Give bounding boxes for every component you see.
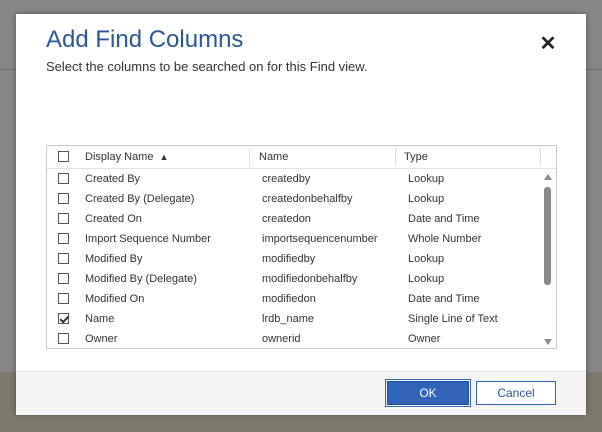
cancel-button[interactable]: Cancel bbox=[476, 381, 556, 405]
cell-type: Single Line of Text bbox=[408, 313, 498, 325]
cell-name: modifiedby bbox=[262, 253, 316, 265]
scroll-down-arrow-icon[interactable] bbox=[544, 339, 552, 345]
select-all-checkbox[interactable] bbox=[58, 151, 69, 162]
cell-display-name: Modified On bbox=[85, 293, 145, 305]
column-divider bbox=[249, 148, 250, 166]
vertical-scrollbar[interactable] bbox=[540, 169, 556, 348]
row-checkbox[interactable] bbox=[58, 193, 69, 204]
cell-display-name: Created By (Delegate) bbox=[85, 193, 195, 205]
cell-display-name: Modified By (Delegate) bbox=[85, 273, 197, 285]
scrollbar-thumb[interactable] bbox=[544, 187, 551, 285]
row-checkbox[interactable] bbox=[58, 293, 69, 304]
dialog-title: Add Find Columns bbox=[46, 26, 244, 53]
table-row[interactable]: Name lrdb_name Single Line of Text bbox=[47, 309, 539, 329]
ok-button[interactable]: OK bbox=[385, 379, 471, 407]
row-checkbox[interactable] bbox=[58, 233, 69, 244]
sort-ascending-icon: ▲ bbox=[159, 152, 169, 162]
cell-type: Date and Time bbox=[408, 293, 480, 305]
cell-display-name: Modified By bbox=[85, 253, 143, 265]
cell-name: modifiedon bbox=[262, 293, 316, 305]
table-row[interactable]: Modified By (Delegate) modifiedonbehalfby… bbox=[47, 269, 539, 289]
scroll-up-arrow-icon[interactable] bbox=[544, 174, 552, 180]
add-find-columns-dialog: Add Find Columns Select the columns to b… bbox=[16, 14, 586, 415]
row-checkbox[interactable] bbox=[58, 213, 69, 224]
cell-type: Lookup bbox=[408, 173, 445, 185]
cell-type: Lookup bbox=[408, 253, 445, 265]
row-checkbox[interactable] bbox=[58, 333, 69, 344]
table-row[interactable]: Owner ownerid Owner bbox=[47, 329, 539, 348]
grid-rows: Created By createdby Lookup Created By (Del… bbox=[47, 169, 539, 348]
cell-name: modifiedonbehalfby bbox=[262, 273, 358, 285]
cell-display-name: Created By bbox=[85, 173, 141, 185]
row-checkbox[interactable] bbox=[58, 313, 69, 324]
column-header-type[interactable]: Type bbox=[404, 146, 428, 168]
column-header-display-name-label: Display Name bbox=[85, 151, 154, 163]
column-header-name[interactable]: Name bbox=[259, 146, 288, 168]
table-row[interactable]: Created By (Delegate) createdonbehalfby Lo… bbox=[47, 189, 539, 209]
cell-type: Whole Number bbox=[408, 233, 482, 245]
table-row[interactable]: Created By createdby Lookup bbox=[47, 169, 539, 189]
dialog-footer: OK Cancel bbox=[16, 371, 586, 415]
dialog-subtitle: Select the columns to be searched on for… bbox=[46, 59, 368, 74]
cell-name: createdonbehalfby bbox=[262, 193, 353, 205]
row-checkbox[interactable] bbox=[58, 273, 69, 284]
cell-name: ownerid bbox=[262, 333, 301, 345]
column-divider bbox=[395, 148, 396, 166]
cell-type: Date and Time bbox=[408, 213, 480, 225]
cell-type: Lookup bbox=[408, 273, 445, 285]
table-row[interactable]: Created On createdon Date and Time bbox=[47, 209, 539, 229]
grid-header: Display Name ▲ Name Type bbox=[47, 146, 556, 169]
cell-type: Lookup bbox=[408, 193, 445, 205]
cell-display-name: Name bbox=[85, 313, 115, 325]
column-header-display-name[interactable]: Display Name ▲ bbox=[85, 146, 168, 168]
column-divider bbox=[540, 148, 541, 166]
cell-display-name: Created On bbox=[85, 213, 142, 225]
row-checkbox[interactable] bbox=[58, 253, 69, 264]
columns-grid: Display Name ▲ Name Type Created By creat… bbox=[46, 145, 557, 349]
cell-display-name: Owner bbox=[85, 333, 118, 345]
close-icon[interactable]: ✕ bbox=[535, 30, 561, 56]
cell-name: lrdb_name bbox=[262, 313, 314, 325]
cell-type: Owner bbox=[408, 333, 441, 345]
row-checkbox[interactable] bbox=[58, 173, 69, 184]
table-row[interactable]: Modified By modifiedby Lookup bbox=[47, 249, 539, 269]
cell-name: createdon bbox=[262, 213, 311, 225]
table-row[interactable]: Modified On modifiedon Date and Time bbox=[47, 289, 539, 309]
cell-name: importsequencenumber bbox=[262, 233, 378, 245]
cell-name: createdby bbox=[262, 173, 311, 185]
cell-display-name: Import Sequence Number bbox=[85, 233, 211, 245]
table-row[interactable]: Import Sequence Number importsequencenumb… bbox=[47, 229, 539, 249]
